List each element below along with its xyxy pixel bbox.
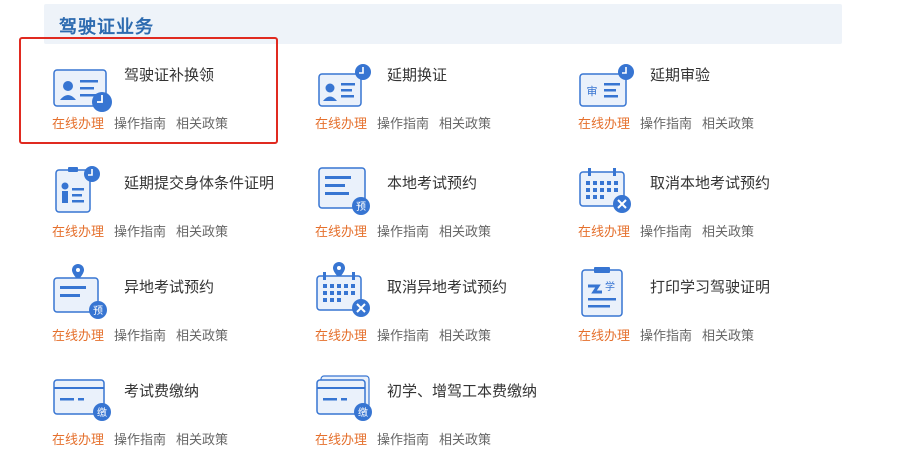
fee-glyph: 缴	[97, 406, 107, 419]
reserve-glyph: 预	[356, 201, 366, 213]
section-title: 驾驶证业务	[59, 17, 154, 38]
online-handle-link[interactable]: 在线办理	[52, 433, 104, 448]
service-title[interactable]: 取消异地考试预约	[387, 276, 537, 298]
service-links: 在线办理 操作指南 相关政策	[52, 432, 238, 450]
form-reserve-icon: 预	[315, 166, 377, 218]
policy-link[interactable]: 相关政策	[439, 225, 491, 240]
service-links: 在线办理 操作指南 相关政策	[315, 432, 501, 450]
online-handle-link[interactable]: 在线办理	[315, 117, 367, 132]
guide-link[interactable]: 操作指南	[377, 433, 429, 448]
learner-certificate-icon: 学	[578, 266, 640, 318]
service-item-license-replacement[interactable]: 驾驶证补换领 在线办理 操作指南 相关政策	[19, 37, 314, 159]
review-card-clock-icon: 审	[578, 64, 640, 116]
guide-link[interactable]: 操作指南	[640, 329, 692, 344]
fee-glyph: 缴	[358, 406, 368, 419]
service-title[interactable]: 取消本地考试预约	[650, 172, 800, 194]
policy-link[interactable]: 相关政策	[439, 329, 491, 344]
service-item-extend-health-proof[interactable]: 延期提交身体条件证明 在线办理 操作指南 相关政策	[52, 166, 314, 267]
service-title[interactable]: 打印学习驾驶证明	[650, 276, 800, 298]
service-links: 在线办理 操作指南 相关政策	[578, 116, 764, 134]
service-item-cancel-remote-exam[interactable]: 取消异地考试预约 在线办理 操作指南 相关政策	[315, 262, 577, 371]
online-handle-link[interactable]: 在线办理	[52, 225, 104, 240]
badge-person-clock-icon	[52, 164, 114, 216]
service-title[interactable]: 延期审验	[650, 64, 800, 86]
service-links: 在线办理 操作指南 相关政策	[578, 328, 764, 346]
learner-glyph: 学	[605, 280, 615, 293]
guide-link[interactable]: 操作指南	[377, 225, 429, 240]
service-item-cancel-local-exam[interactable]: 取消本地考试预约 在线办理 操作指南 相关政策	[578, 168, 840, 267]
service-title[interactable]: 初学、增驾工本费缴纳	[387, 380, 537, 402]
reserve-glyph: 预	[93, 305, 103, 317]
service-links: 在线办理 操作指南 相关政策	[52, 328, 238, 346]
policy-link[interactable]: 相关政策	[439, 433, 491, 448]
guide-link[interactable]: 操作指南	[114, 329, 166, 344]
service-links: 在线办理 操作指南 相关政策	[578, 224, 764, 242]
policy-link[interactable]: 相关政策	[176, 433, 228, 448]
online-handle-link[interactable]: 在线办理	[578, 225, 630, 240]
policy-link[interactable]: 相关政策	[176, 117, 228, 132]
service-links: 在线办理 操作指南 相关政策	[315, 116, 501, 134]
guide-link[interactable]: 操作指南	[377, 329, 429, 344]
service-item-extend-review[interactable]: 审 延期审验 在线办理 操作指南 相关政策	[578, 64, 840, 159]
service-item-print-learner-proof[interactable]: 学 打印学习驾驶证明 在线办理 操作指南 相关政策	[578, 267, 840, 371]
service-title[interactable]: 驾驶证补换领	[124, 64, 274, 86]
service-title[interactable]: 异地考试预约	[124, 276, 274, 298]
service-item-local-exam-booking[interactable]: 预 本地考试预约 在线办理 操作指南 相关政策	[315, 167, 577, 267]
service-title[interactable]: 延期换证	[387, 64, 537, 86]
service-links: 在线办理 操作指南 相关政策	[315, 328, 501, 346]
fee-card-icon: 缴	[52, 378, 114, 430]
location-form-reserve-icon: 预	[52, 262, 114, 319]
service-item-extend-renewal[interactable]: 延期换证 在线办理 操作指南 相关政策	[315, 64, 577, 159]
service-title[interactable]: 本地考试预约	[387, 172, 537, 194]
location-calendar-cancel-icon	[315, 262, 377, 317]
online-handle-link[interactable]: 在线办理	[578, 329, 630, 344]
guide-link[interactable]: 操作指南	[114, 433, 166, 448]
policy-link[interactable]: 相关政策	[702, 225, 754, 240]
online-handle-link[interactable]: 在线办理	[315, 329, 367, 344]
service-links: 在线办理 操作指南 相关政策	[315, 224, 501, 242]
online-handle-link[interactable]: 在线办理	[315, 225, 367, 240]
policy-link[interactable]: 相关政策	[176, 225, 228, 240]
online-handle-link[interactable]: 在线办理	[52, 329, 104, 344]
guide-link[interactable]: 操作指南	[114, 117, 166, 132]
review-glyph: 审	[587, 84, 598, 98]
service-item-learner-add-class-fee[interactable]: 缴 初学、增驾工本费缴纳 在线办理 操作指南 相关政策	[315, 375, 577, 475]
policy-link[interactable]: 相关政策	[702, 329, 754, 344]
online-handle-link[interactable]: 在线办理	[578, 117, 630, 132]
service-item-exam-fee-payment[interactable]: 缴 考试费缴纳 在线办理 操作指南 相关政策	[52, 378, 314, 475]
guide-link[interactable]: 操作指南	[377, 117, 429, 132]
guide-link[interactable]: 操作指南	[640, 117, 692, 132]
license-card-clock-icon	[315, 64, 377, 116]
service-item-remote-exam-booking[interactable]: 预 异地考试预约 在线办理 操作指南 相关政策	[52, 264, 314, 371]
service-title[interactable]: 延期提交身体条件证明	[124, 172, 274, 194]
guide-link[interactable]: 操作指南	[114, 225, 166, 240]
service-links: 在线办理 操作指南 相关政策	[52, 224, 238, 242]
policy-link[interactable]: 相关政策	[702, 117, 754, 132]
service-title[interactable]: 考试费缴纳	[124, 380, 274, 402]
service-links: 在线办理 操作指南 相关政策	[52, 116, 238, 134]
license-card-clock-icon	[52, 64, 114, 116]
fee-card-stack-icon: 缴	[315, 374, 377, 426]
calendar-cancel-icon	[578, 166, 640, 218]
guide-link[interactable]: 操作指南	[640, 225, 692, 240]
policy-link[interactable]: 相关政策	[439, 117, 491, 132]
policy-link[interactable]: 相关政策	[176, 329, 228, 344]
online-handle-link[interactable]: 在线办理	[315, 433, 367, 448]
online-handle-link[interactable]: 在线办理	[52, 117, 104, 132]
